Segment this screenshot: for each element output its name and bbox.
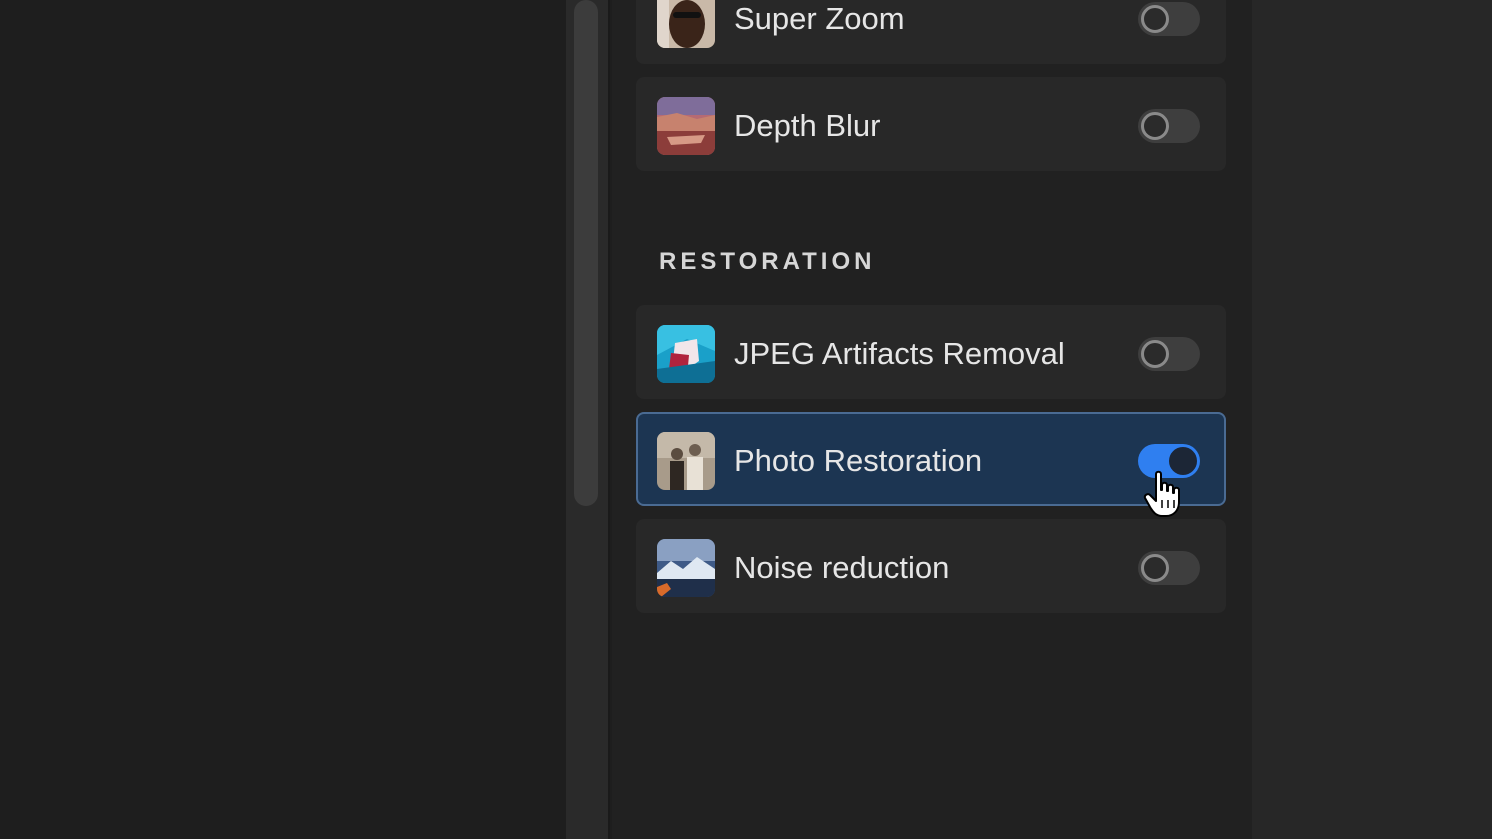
app-window: Super Zoom Depth Blur RESTORATION JPEG A… [0, 0, 1492, 839]
filter-row-super-zoom[interactable]: Super Zoom [636, 0, 1226, 64]
filter-row-photo-restoration[interactable]: Photo Restoration [636, 412, 1226, 506]
filter-row-noise-reduction[interactable]: Noise reduction [636, 519, 1226, 613]
old-photo-thumbnail-icon [657, 432, 715, 490]
image-canvas [0, 0, 566, 839]
filter-label: Depth Blur [734, 108, 881, 143]
jpeg-artifacts-removal-toggle[interactable] [1138, 337, 1200, 371]
right-panel-edge [1252, 0, 1492, 839]
depth-blur-toggle[interactable] [1138, 109, 1200, 143]
toggle-knob [1141, 554, 1169, 582]
noise-reduction-toggle[interactable] [1138, 551, 1200, 585]
filter-label: Super Zoom [734, 1, 905, 36]
filter-row-jpeg-artifacts-removal[interactable]: JPEG Artifacts Removal [636, 305, 1226, 399]
toggle-knob [1141, 112, 1169, 140]
neural-filters-panel: Super Zoom Depth Blur RESTORATION JPEG A… [612, 0, 1252, 839]
canyon-thumbnail-icon [657, 97, 715, 155]
section-header-restoration: RESTORATION [659, 248, 876, 275]
filter-label: JPEG Artifacts Removal [734, 336, 1065, 371]
panel-scrollbar[interactable] [566, 0, 610, 839]
filter-label: Noise reduction [734, 550, 950, 585]
toggle-knob [1141, 340, 1169, 368]
toggle-knob [1141, 5, 1169, 33]
scrollbar-thumb[interactable] [574, 0, 598, 506]
super-zoom-toggle[interactable] [1138, 2, 1200, 36]
mountain-thumbnail-icon [657, 539, 715, 597]
filter-label: Photo Restoration [734, 443, 983, 478]
artifact-thumbnail-icon [657, 325, 715, 383]
portrait-thumbnail-icon [657, 0, 715, 48]
filter-row-depth-blur[interactable]: Depth Blur [636, 77, 1226, 171]
hand-cursor-icon [1142, 470, 1188, 518]
